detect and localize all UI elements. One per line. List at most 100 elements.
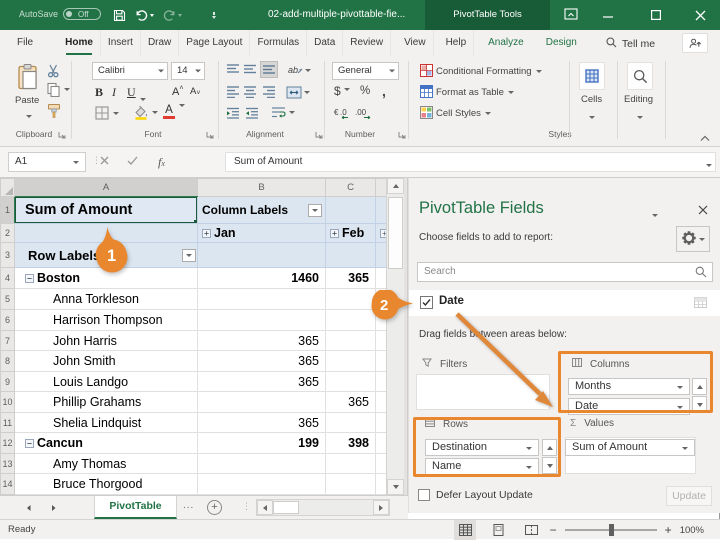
zoom-slider[interactable] <box>564 524 657 536</box>
row-header-9[interactable]: 9 <box>0 371 15 392</box>
row-header-3[interactable]: 3 <box>0 242 15 268</box>
format-as-table-button[interactable]: Format as Table <box>436 87 514 98</box>
tab-page-layout[interactable]: Page Layout <box>179 30 251 57</box>
decrease-font-button[interactable]: A˅ <box>190 86 200 97</box>
formula-input[interactable]: Sum of Amount <box>225 152 716 172</box>
tab-view[interactable]: View <box>397 30 434 57</box>
cell-b4[interactable]: 1460 <box>197 267 326 289</box>
cell-c5[interactable] <box>325 288 376 310</box>
horizontal-scroll-thumb[interactable] <box>273 501 299 514</box>
more-sheets-label[interactable]: ... <box>183 500 194 511</box>
scroll-left-icon[interactable] <box>257 500 273 515</box>
enter-formula-icon[interactable] <box>127 156 138 168</box>
horizontal-scrollbar[interactable] <box>256 499 390 516</box>
formula-bar-expand-icon[interactable] <box>706 158 712 170</box>
cell-d13[interactable] <box>375 453 387 474</box>
undo-button[interactable] <box>135 9 154 21</box>
cell-b1[interactable]: Column Labels <box>197 196 326 224</box>
align-center-button[interactable] <box>243 85 257 101</box>
wrap-text-button[interactable] <box>271 106 295 122</box>
minimize-button[interactable] <box>584 0 632 30</box>
cell-b13[interactable] <box>197 453 326 474</box>
number-dialog-launcher-icon[interactable] <box>398 131 406 139</box>
italic-button[interactable]: I <box>112 85 116 100</box>
collapse-boston-icon[interactable] <box>25 274 34 283</box>
cell-b3[interactable] <box>197 242 326 268</box>
cell-b12[interactable]: 199 <box>197 432 326 454</box>
column-labels-filter-button[interactable] <box>308 204 322 217</box>
format-painter-button[interactable] <box>46 103 62 122</box>
tools-gear-button[interactable] <box>676 226 710 252</box>
editing-button[interactable] <box>627 62 653 90</box>
cell-c11[interactable] <box>325 412 376 433</box>
tab-data[interactable]: Data <box>307 30 344 57</box>
next-sheet-icon[interactable] <box>50 504 57 514</box>
increase-indent-button[interactable] <box>245 107 259 122</box>
autosave-toggle[interactable]: Off <box>63 8 101 20</box>
increase-decimal-button[interactable]: € .0 <box>334 106 351 122</box>
cell-b10[interactable] <box>197 391 326 413</box>
orientation-button[interactable]: ab <box>287 62 311 80</box>
zoom-slider-thumb[interactable] <box>608 524 614 536</box>
cell-a11[interactable]: Shelia Lindquist <box>14 412 198 433</box>
insert-function-icon[interactable]: fx <box>158 155 165 170</box>
percent-style-button[interactable]: % <box>360 85 370 97</box>
vertical-scroll-thumb[interactable] <box>388 197 403 269</box>
align-left-button[interactable] <box>226 85 240 101</box>
row-header-5[interactable]: 5 <box>0 288 15 310</box>
cell-b6[interactable] <box>197 309 326 331</box>
normal-view-button[interactable] <box>454 520 476 540</box>
ribbon-display-options-icon[interactable] <box>560 5 582 23</box>
zoom-in-icon[interactable]: + <box>665 523 672 537</box>
collapse-ribbon-icon[interactable] <box>700 133 710 145</box>
cell-c7[interactable] <box>325 330 376 351</box>
font-name-combo[interactable]: Calibri <box>92 62 168 80</box>
cell-a7[interactable]: John Harris <box>14 330 198 351</box>
vertical-scrollbar[interactable] <box>386 178 404 495</box>
copy-button[interactable] <box>46 82 70 100</box>
font-size-combo[interactable]: 14 <box>171 62 205 80</box>
defer-layout-checkbox[interactable] <box>418 489 430 501</box>
row-labels-filter-button[interactable] <box>182 249 196 262</box>
tab-design[interactable]: Design <box>535 30 588 57</box>
tab-formulas[interactable]: Formulas <box>250 30 308 57</box>
cell-a12[interactable]: Cancun <box>14 432 198 454</box>
cell-d4[interactable] <box>375 267 387 289</box>
column-header-b[interactable]: B <box>197 178 326 197</box>
sheet-tab-pivottable[interactable]: PivotTable <box>94 496 177 519</box>
zoom-out-icon[interactable]: − <box>550 523 557 537</box>
clipboard-dialog-launcher-icon[interactable] <box>58 131 66 139</box>
date-checkbox[interactable] <box>420 296 433 309</box>
cut-button[interactable] <box>46 64 61 81</box>
cell-c1[interactable] <box>325 196 376 224</box>
prev-sheet-icon[interactable] <box>25 504 32 514</box>
cell-d12[interactable] <box>375 432 387 454</box>
column-header-d[interactable] <box>375 178 387 197</box>
row-header-1[interactable]: 1 <box>0 196 15 224</box>
cell-d2[interactable] <box>375 223 387 243</box>
increase-font-button[interactable]: A˄ <box>172 85 183 98</box>
row-header-2[interactable]: 2 <box>0 223 15 243</box>
paste-button[interactable] <box>14 63 42 94</box>
font-dialog-launcher-icon[interactable] <box>206 131 214 139</box>
name-box[interactable]: A1 <box>8 152 86 172</box>
page-layout-view-button[interactable] <box>487 520 509 540</box>
accounting-format-button[interactable]: $ <box>334 84 350 98</box>
pane-close-icon[interactable] <box>698 204 708 218</box>
fields-search-box[interactable]: Search <box>417 262 713 282</box>
underline-button[interactable]: U <box>127 85 136 100</box>
tab-draw[interactable]: Draw <box>141 30 180 57</box>
row-header-11[interactable]: 11 <box>0 412 15 433</box>
cell-d10[interactable] <box>375 391 387 413</box>
tell-me[interactable]: Tell me <box>598 36 663 51</box>
cell-a1[interactable]: Sum of Amount <box>14 196 198 224</box>
cell-d14[interactable] <box>375 473 387 495</box>
cell-b8[interactable]: 365 <box>197 350 326 372</box>
fill-color-button[interactable] <box>133 104 158 123</box>
cell-a9[interactable]: Louis Landgo <box>14 371 198 392</box>
collapse-feb-icon[interactable] <box>330 229 339 238</box>
alignment-dialog-launcher-icon[interactable] <box>315 131 323 139</box>
merge-center-button[interactable] <box>286 86 310 102</box>
cell-d3[interactable] <box>375 242 387 268</box>
cell-c8[interactable] <box>325 350 376 372</box>
